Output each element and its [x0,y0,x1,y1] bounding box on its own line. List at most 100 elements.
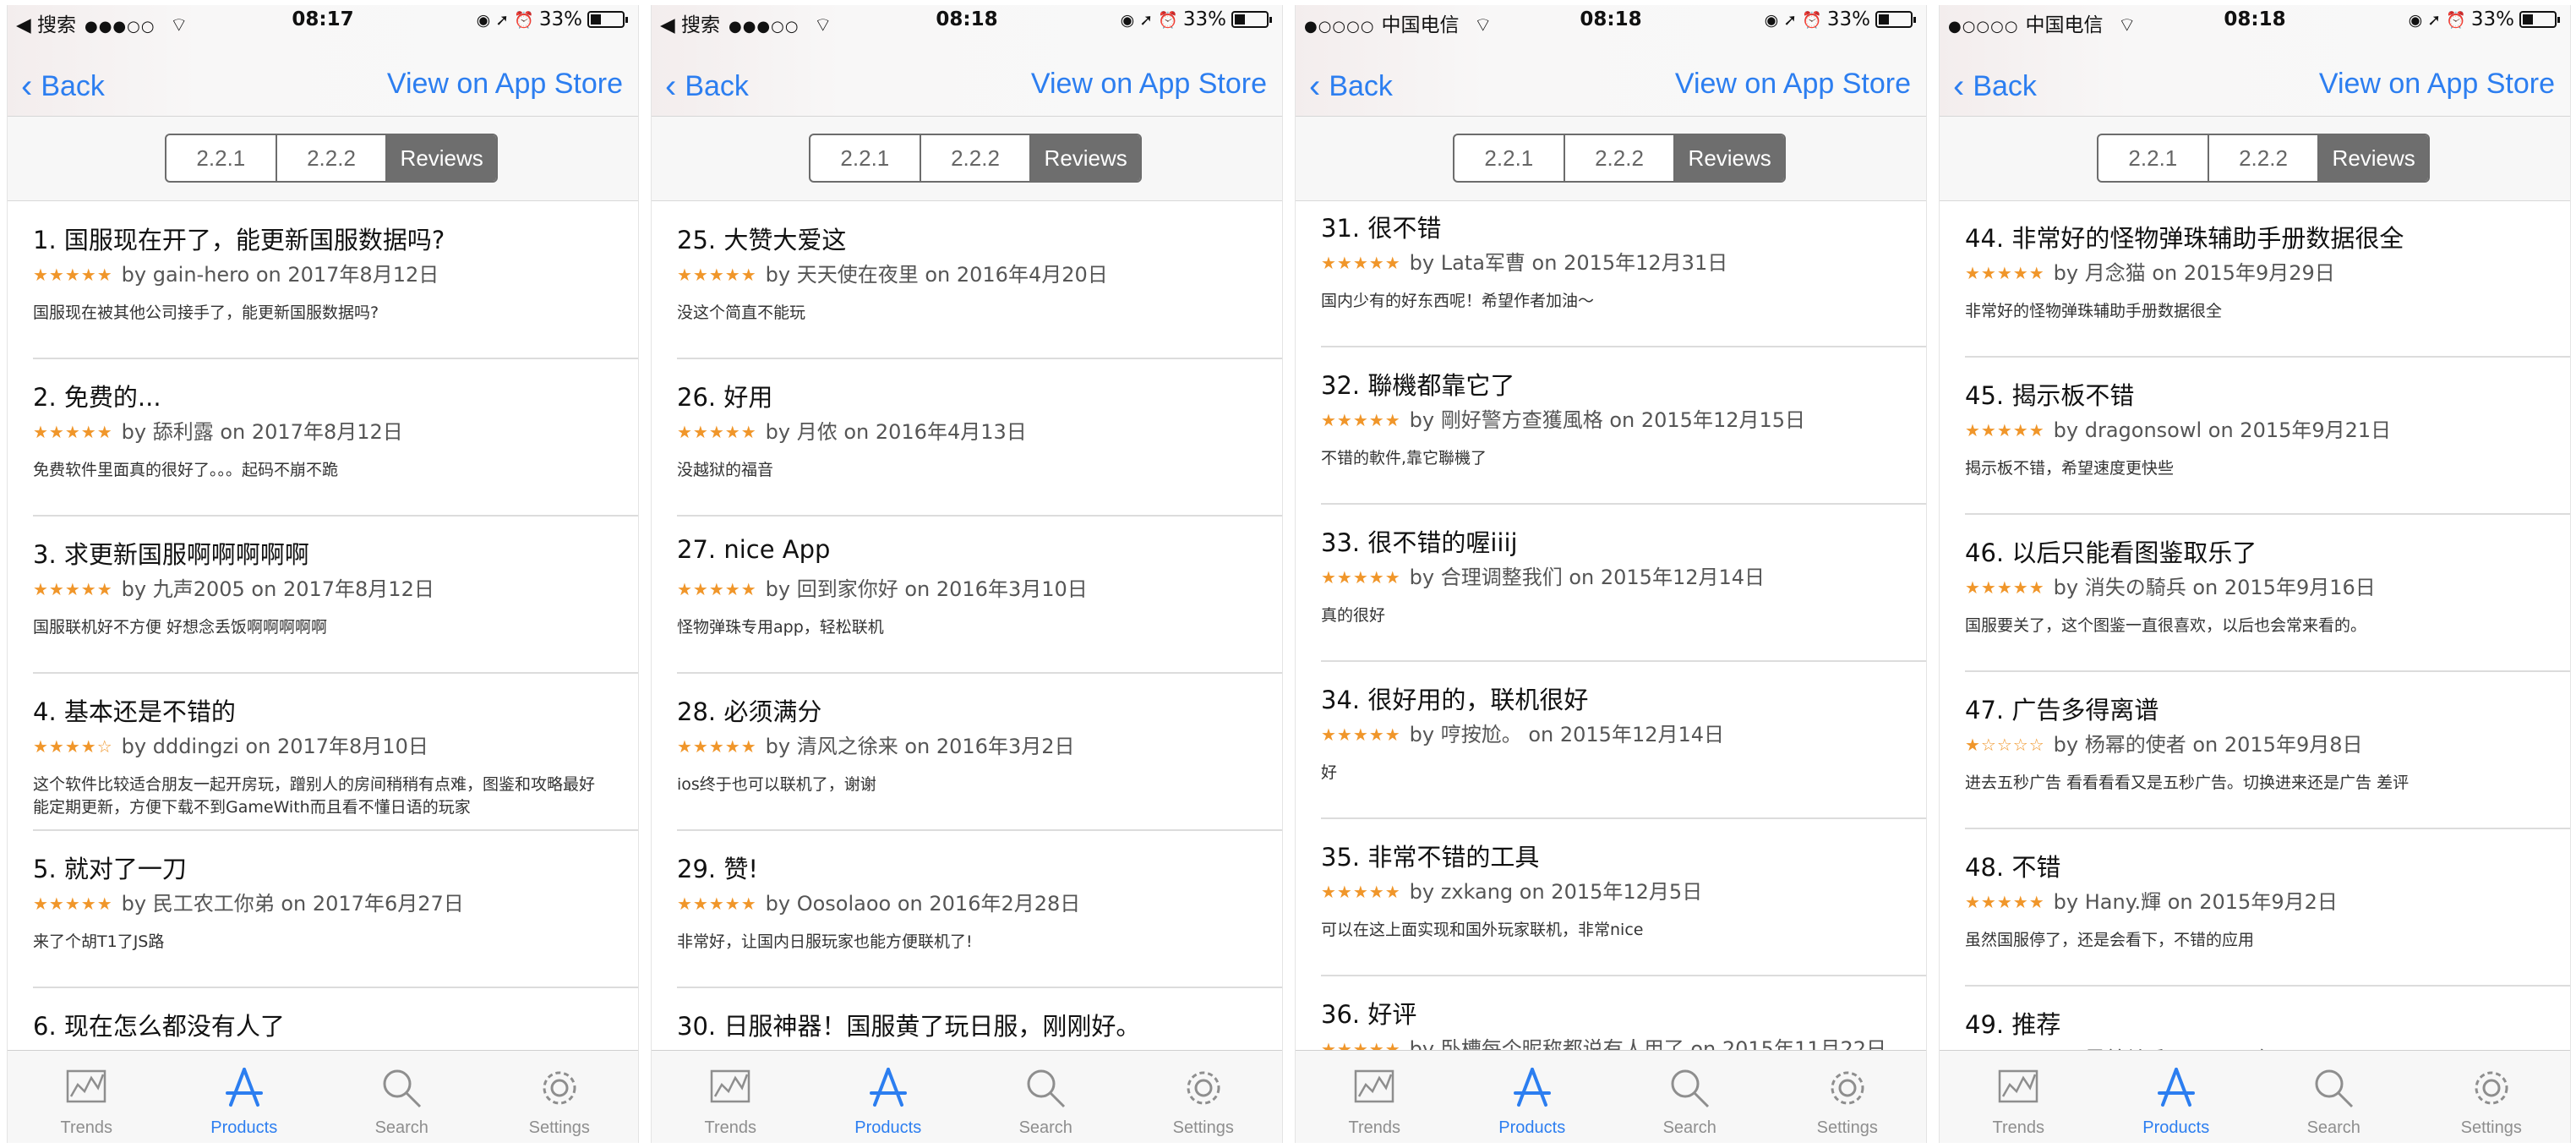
review-title: 35. 非常不错的工具 [1321,843,1540,872]
review-meta: ★★★★★ by gain-hero on 2017年8月12日 [33,258,439,287]
back-label: Back [1329,70,1393,102]
segment-bar: 2.2.1 2.2.2 Reviews [8,117,638,201]
review-title: 48. 不错 [1965,853,2061,882]
tab-settings[interactable]: Settings [1769,1051,1927,1143]
segment-version-2-2-1[interactable]: 2.2.1 [166,135,277,181]
segment-bar: 2.2.1 2.2.2 Reviews [1940,117,2570,201]
tab-products[interactable]: Products [810,1051,968,1143]
tab-search[interactable]: Search [1611,1051,1769,1143]
segment-version-2-2-2[interactable]: 2.2.2 [2209,135,2320,181]
view-on-app-store-link[interactable]: View on App Store [387,68,623,101]
star-rating-icon: ★★★★☆ [33,736,113,757]
status-bar: ●○○○○ 中国电信 ⌔ 08:18 ◉ ➚ ⏰ 33% [1296,5,1926,36]
review-title: 1. 国服现在开了，能更新国服数据吗? [33,226,445,254]
segment-version-2-2-2[interactable]: 2.2.2 [277,135,388,181]
review-title: 45. 揭示板不错 [1965,381,2135,410]
review-title: 2. 免费的... [33,383,161,412]
tab-trends[interactable]: Trends [652,1051,810,1143]
tab-label: Trends [1992,1118,2044,1137]
segment-reviews[interactable]: Reviews [1031,135,1140,181]
review-author-date: by 回到家你好 on 2016年3月10日 [765,577,1088,601]
review-meta: ★★★★★ by 剛好警方查獲風格 on 2015年12月15日 [1321,403,1805,433]
review-item: 27. nice App ★★★★★ by 回到家你好 on 2016年3月10日怪… [677,517,1282,674]
status-bar: ●○○○○ 中国电信 ⌔ 08:18 ◉ ➚ ⏰ 33% [1940,5,2570,36]
back-button[interactable]: ‹ Back [1309,68,1393,106]
review-item: 5. 就对了一刀 ★★★★★ by 民工农工你弟 on 2017年6月27日 来了个胡… [33,831,638,988]
status-right: ◉ ➚ ⏰ 33% [1120,8,1272,30]
battery-icon [2519,11,2560,28]
star-rating-icon: ★★★★★ [677,894,757,914]
tab-label: Search [1018,1118,1072,1137]
tab-trends[interactable]: Trends [1296,1051,1454,1143]
star-rating-icon: ★★★★★ [1321,882,1401,902]
battery-icon [1875,11,1916,28]
segment-reviews[interactable]: Reviews [1675,135,1784,181]
review-author-date: by 合理调整我们 on 2015年12月14日 [1409,566,1766,589]
star-rating-icon: ★★★★★ [1321,410,1401,430]
status-right: ◉ ➚ ⏰ 33% [2409,8,2560,30]
review-author-date: by zxkang on 2015年12月5日 [1409,880,1703,904]
segment-version-2-2-1[interactable]: 2.2.1 [2098,135,2209,181]
review-author-date: by 杨幂的使者 on 2015年9月8日 [2053,733,2363,757]
reviews-list[interactable]: 1. 国服现在开了，能更新国服数据吗? ★★★★★ by gain-hero on … [8,202,638,1051]
star-rating-icon: ★★★★★ [1965,892,2045,912]
battery-percent: 33% [2470,8,2514,30]
tab-settings[interactable]: Settings [481,1051,639,1143]
phone-screen-2: ◀ 搜索 ●●●○○ ⌔ 08:18 ◉ ➚ ⏰ 33% ‹ Back View on Ap… [651,5,1283,1143]
review-item: 29. 赞! ★★★★★ by Oosolaoo on 2016年2月28日 非常好，… [677,831,1282,988]
star-rating-icon: ★★★★★ [1965,577,2045,598]
view-on-app-store-link[interactable]: View on App Store [1675,68,1911,101]
tab-label: Products [854,1118,922,1137]
star-rating-icon: ★★★★★ [1321,567,1401,588]
tab-label: Search [2306,1118,2360,1137]
review-body: 没这个简直不能玩 [677,303,806,322]
view-on-app-store-link[interactable]: View on App Store [2319,68,2555,101]
chevron-left-icon: ‹ [21,68,33,105]
review-title: 25. 大赞大爱这 [677,226,847,254]
review-title: 30. 日服神器！国服黄了玩日服，刚刚好。 [677,1012,1141,1041]
review-author-date: by Oosolaoo on 2016年2月28日 [765,892,1081,916]
tab-settings[interactable]: Settings [2413,1051,2571,1143]
reviews-list[interactable]: 31. 很不错 ★★★★★ by Lata军曹 on 2015年12月31日 国内少有… [1296,202,1926,1051]
tab-settings[interactable]: Settings [1125,1051,1283,1143]
view-on-app-store-link[interactable]: View on App Store [1031,68,1267,101]
review-item: 25. 大赞大爱这 ★★★★★ by 天天使在夜里 on 2016年4月20日 没这个… [677,202,1282,359]
review-title: 31. 很不错 [1321,214,1442,243]
reviews-list[interactable]: 44. 非常好的怪物弹珠辅助手册数据很全 ★★★★★ by 月念猫 on 2015年… [1940,202,2570,1051]
tab-search[interactable]: Search [323,1051,481,1143]
reviews-list[interactable]: 25. 大赞大爱这 ★★★★★ by 天天使在夜里 on 2016年4月20日 没这个… [652,202,1282,1051]
review-body: 来了个胡T1了JS路 [33,932,165,951]
back-button[interactable]: ‹ Back [1953,68,2037,106]
tab-trends[interactable]: Trends [1940,1051,2098,1143]
back-label: Back [1973,70,2037,102]
tab-label: Search [1662,1118,1716,1137]
review-title: 47. 广告多得离谱 [1965,696,2159,724]
segment-version-2-2-2[interactable]: 2.2.2 [921,135,1032,181]
tab-trends[interactable]: Trends [8,1051,166,1143]
review-meta: ★★★★★ by 清风之徐来 on 2016年3月2日 [677,730,1075,759]
tab-label: Trends [704,1118,756,1137]
review-author-date: by gain-hero on 2017年8月12日 [121,263,439,287]
review-item: 1. 国服现在开了，能更新国服数据吗? ★★★★★ by gain-hero on … [33,202,638,359]
review-title: 27. nice App [677,535,831,564]
tab-products[interactable]: Products [1454,1051,1612,1143]
tab-products[interactable]: Products [2098,1051,2256,1143]
back-button[interactable]: ‹ Back [665,68,749,106]
back-button[interactable]: ‹ Back [21,68,105,106]
star-rating-icon: ★★★★★ [677,736,757,757]
review-author-date: by 清风之徐来 on 2016年3月2日 [765,735,1075,758]
version-segmented-control: 2.2.1 2.2.2 Reviews [1453,134,1786,183]
status-indicator-icons: ◉ ➚ ⏰ [1120,11,1183,30]
segment-reviews[interactable]: Reviews [387,135,496,181]
tab-search[interactable]: Search [2255,1051,2413,1143]
review-title: 33. 很不错的喔iiij [1321,528,1518,557]
screenshot-collage: ◀ 搜索 ●●●○○ ⌔ 08:17 ◉ ➚ ⏰ 33% ‹ Back View on Ap… [0,0,2576,1148]
segment-version-2-2-1[interactable]: 2.2.1 [1454,135,1565,181]
tab-search[interactable]: Search [967,1051,1125,1143]
review-item: 33. 很不错的喔iiij ★★★★★ by 合理调整我们 on 2015年12月1… [1321,505,1926,662]
segment-version-2-2-2[interactable]: 2.2.2 [1565,135,1676,181]
tab-products[interactable]: Products [166,1051,324,1143]
segment-reviews[interactable]: Reviews [2319,135,2428,181]
star-rating-icon: ★★★★★ [1965,420,2045,440]
segment-version-2-2-1[interactable]: 2.2.1 [810,135,921,181]
